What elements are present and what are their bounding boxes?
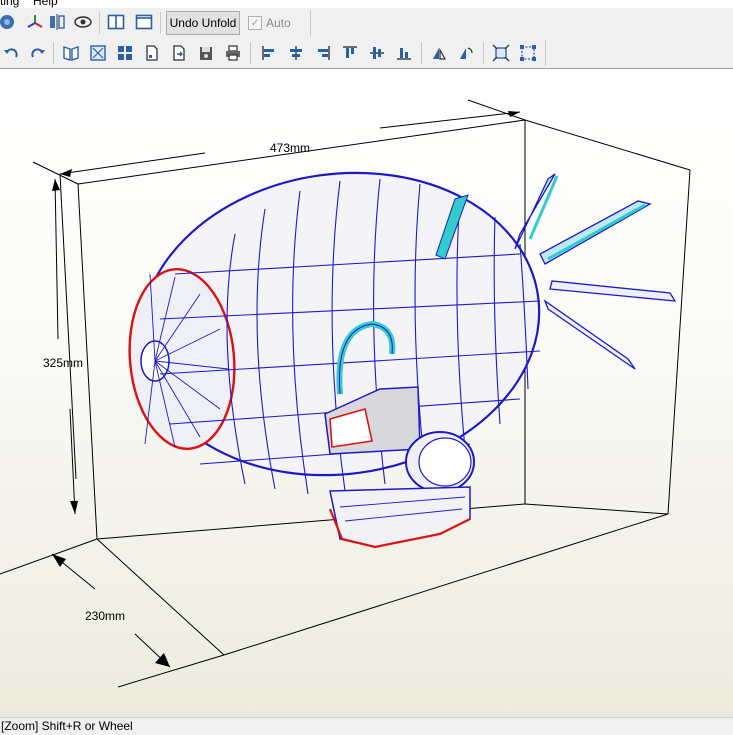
undo-unfold-button[interactable]: Undo Unfold xyxy=(166,11,240,35)
toolbar-separator xyxy=(160,12,161,34)
auto-checkbox[interactable]: ✓ Auto xyxy=(248,13,291,33)
align-right-icon[interactable] xyxy=(312,42,334,64)
height-dimension-label: 325mm xyxy=(43,356,84,370)
print-icon[interactable] xyxy=(222,42,244,64)
rotate-icon[interactable] xyxy=(455,42,477,64)
export-icon[interactable] xyxy=(168,42,190,64)
undo-icon[interactable] xyxy=(0,42,22,64)
align-top-icon[interactable] xyxy=(339,42,361,64)
width-dimension-label: 473mm xyxy=(270,141,311,155)
align-middle-icon[interactable] xyxy=(366,42,388,64)
menu-item-setting[interactable]: ting xyxy=(0,0,19,8)
menu-item-help[interactable]: Help xyxy=(33,0,58,8)
align-bottom-icon[interactable] xyxy=(393,42,415,64)
3d-viewport[interactable]: 473mm 325mm 230mm xyxy=(0,69,733,717)
save-icon[interactable] xyxy=(195,42,217,64)
book-icon[interactable] xyxy=(60,42,82,64)
menu-bar: ting Help xyxy=(0,0,733,8)
mirror-icon[interactable] xyxy=(46,11,68,33)
arrange-icon[interactable] xyxy=(87,42,109,64)
status-bar: [Zoom] Shift+R or Wheel xyxy=(0,717,733,735)
redo-icon[interactable] xyxy=(27,42,49,64)
toolbar-separator xyxy=(421,42,422,64)
page-icon[interactable] xyxy=(141,42,163,64)
status-text: [Zoom] Shift+R or Wheel xyxy=(1,719,133,733)
single-view-icon[interactable] xyxy=(133,11,155,33)
toolbar-separator xyxy=(545,40,546,66)
toolbar-separator xyxy=(53,42,54,64)
split-view-icon[interactable] xyxy=(105,11,127,33)
toolbar-separator xyxy=(483,42,484,64)
toolbar-separator xyxy=(250,42,251,64)
fit-icon[interactable] xyxy=(490,42,512,64)
barrel-model xyxy=(128,171,677,549)
align-center-icon[interactable] xyxy=(285,42,307,64)
auto-checkbox-label: Auto xyxy=(266,16,291,30)
toolbar-separator xyxy=(99,12,100,34)
toolbar-top: Undo Unfold ✓ Auto xyxy=(0,8,733,38)
grid-icon[interactable] xyxy=(114,42,136,64)
toolbar-separator xyxy=(310,10,311,36)
select-all-icon[interactable] xyxy=(517,42,539,64)
auto-checkbox-mark: ✓ xyxy=(248,16,262,30)
view-eye-icon[interactable] xyxy=(72,11,94,33)
toolbar-bottom xyxy=(0,38,733,69)
depth-dimension-label: 230mm xyxy=(85,609,126,623)
align-left-icon[interactable] xyxy=(258,42,280,64)
open-icon[interactable] xyxy=(0,11,18,33)
axes-icon[interactable] xyxy=(24,11,46,33)
flip-icon[interactable] xyxy=(428,42,450,64)
